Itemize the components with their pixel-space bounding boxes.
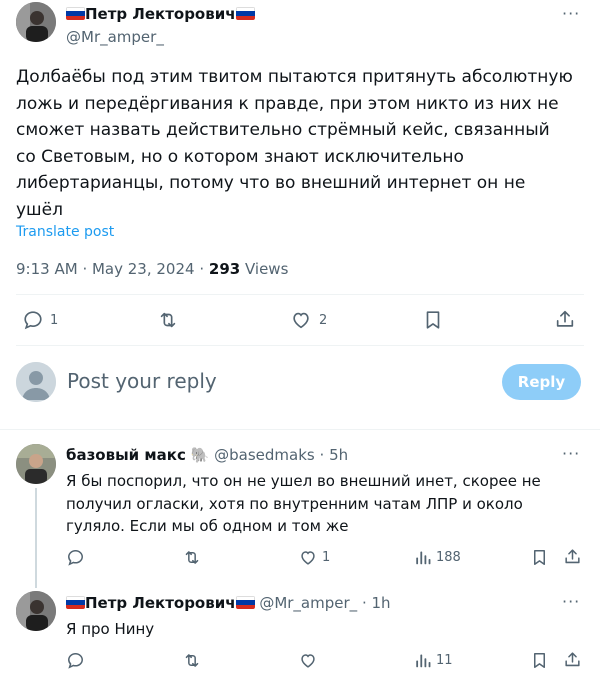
reply-button[interactable] — [66, 548, 85, 567]
reply-icon — [24, 311, 42, 330]
more-icon[interactable]: ··· — [562, 444, 580, 463]
main-author-name[interactable]: Петр Лекторович — [66, 5, 255, 23]
divider — [16, 345, 584, 346]
avatar-photo — [16, 591, 56, 631]
share-icon — [565, 652, 580, 667]
avatar-photo — [16, 2, 56, 42]
tweet-text-line: Долбаёбы под этим твитом пытаются притян… — [16, 67, 573, 87]
reply-header: базовый макс 🐘 @basedmaks · 5h — [66, 446, 348, 464]
retweet-icon — [185, 654, 199, 667]
dot-separator: · — [199, 260, 209, 278]
heart-icon — [301, 551, 315, 565]
share-icon — [556, 310, 574, 327]
reply-author-handle[interactable]: @basedmaks — [214, 446, 315, 464]
main-author-avatar[interactable] — [16, 2, 56, 42]
bookmark-icon — [533, 653, 546, 668]
share-button[interactable] — [563, 547, 582, 566]
reply-input[interactable]: Post your reply — [67, 369, 217, 393]
tweet-text-line: со Световым, но о котором знают исключит… — [16, 146, 464, 167]
like-button[interactable] — [298, 651, 318, 670]
tweet-text-line: ушёл — [16, 199, 63, 220]
tweet-text-line: либертарианцы, потому что во внешний инт… — [16, 173, 526, 194]
like-count: 1 — [322, 550, 331, 565]
bookmark-button[interactable] — [530, 651, 549, 670]
divider — [0, 429, 600, 430]
bookmark-icon — [533, 550, 546, 565]
tweet-timestamp-row: 9:13 AM · May 23, 2024 · 293 Views — [16, 260, 288, 278]
more-icon[interactable]: ··· — [562, 4, 580, 23]
like-button[interactable]: 2 — [289, 309, 327, 331]
retweet-button[interactable] — [156, 309, 180, 331]
reply-icon — [68, 653, 83, 669]
russia-flag-icon — [235, 596, 255, 609]
share-icon — [565, 549, 580, 564]
russia-flag-icon — [66, 7, 85, 20]
reply-text: Я про Нину — [66, 618, 154, 641]
tweet-text-line: сможет назвать действительно стрёмный ке… — [16, 120, 550, 141]
views-count: 11 — [436, 653, 453, 668]
reply-text-line: гуляло. Если мы об одном и том же — [66, 517, 349, 535]
views-count: 188 — [436, 550, 461, 565]
dot-separator: · — [361, 594, 367, 612]
reply-button[interactable]: Reply — [502, 364, 581, 400]
reply-time[interactable]: 1h — [372, 594, 391, 612]
reply-button[interactable]: 1 — [22, 309, 58, 331]
reply-text: Я бы поспорил, что он не ушел во внешний… — [66, 470, 586, 538]
views-button[interactable]: 11 — [414, 651, 453, 670]
thread-line — [35, 488, 37, 588]
reply-author-handle[interactable]: @Mr_amper_ — [259, 594, 357, 612]
main-tweet-text: Долбаёбы под этим твитом пытаются притян… — [16, 64, 591, 224]
more-icon[interactable]: ··· — [562, 592, 580, 611]
retweet-icon — [185, 551, 199, 564]
reply-text-line: Я про Нину — [66, 620, 155, 638]
views-button[interactable]: 188 — [414, 548, 461, 567]
bookmark-button[interactable] — [422, 309, 444, 331]
retweet-icon — [160, 312, 176, 328]
like-button[interactable]: 1 — [298, 548, 330, 567]
heart-icon — [301, 654, 315, 668]
divider — [16, 294, 584, 295]
translate-link[interactable]: Translate post — [16, 224, 114, 240]
russia-flag-icon — [66, 596, 85, 609]
reply-count: 1 — [50, 312, 59, 328]
reply-time[interactable]: 5h — [329, 446, 348, 464]
retweet-button[interactable] — [182, 651, 202, 670]
bookmark-icon — [426, 311, 440, 329]
reply-author-name[interactable]: Петр Лекторович — [66, 594, 255, 612]
russia-flag-icon — [235, 7, 255, 20]
reply-author-name[interactable]: базовый макс — [66, 446, 186, 464]
reply-button[interactable] — [66, 651, 85, 670]
current-user-avatar[interactable] — [16, 362, 56, 402]
dot-separator: · — [319, 446, 325, 464]
retweet-button[interactable] — [182, 548, 202, 567]
reply-text-line: получил огласки, хотя по внутренним чата… — [66, 494, 523, 513]
tweet-date[interactable]: May 23, 2024 — [92, 260, 195, 278]
views-count: 293 — [208, 260, 241, 278]
reply-header: Петр Лекторович @Mr_amper_ · 1h — [66, 594, 391, 612]
main-author-name-text: Петр Лекторович — [85, 5, 236, 23]
views-label: Views — [244, 260, 289, 278]
avatar-photo — [16, 444, 56, 484]
person-icon — [16, 362, 56, 402]
main-author-handle[interactable]: @Mr_amper_ — [66, 28, 164, 46]
share-button[interactable] — [554, 308, 576, 330]
bookmark-button[interactable] — [530, 548, 549, 567]
dot-separator: · — [82, 260, 92, 278]
heart-icon — [293, 312, 309, 329]
reply-author-name-text: Петр Лекторович — [85, 594, 236, 612]
elephant-icon: 🐘 — [190, 446, 210, 464]
like-count: 2 — [319, 312, 328, 328]
reply-author-avatar[interactable] — [16, 591, 56, 631]
reply-author-avatar[interactable] — [16, 444, 56, 484]
tweet-text-line: ложь и передёргивания к правде, при этом… — [16, 93, 559, 114]
reply-icon — [68, 550, 83, 566]
share-button[interactable] — [563, 650, 582, 669]
views-icon — [416, 551, 431, 565]
views-icon — [416, 654, 431, 668]
reply-text-line: Я бы поспорил, что он не ушел во внешний… — [66, 472, 541, 490]
tweet-time[interactable]: 9:13 AM — [16, 260, 78, 278]
